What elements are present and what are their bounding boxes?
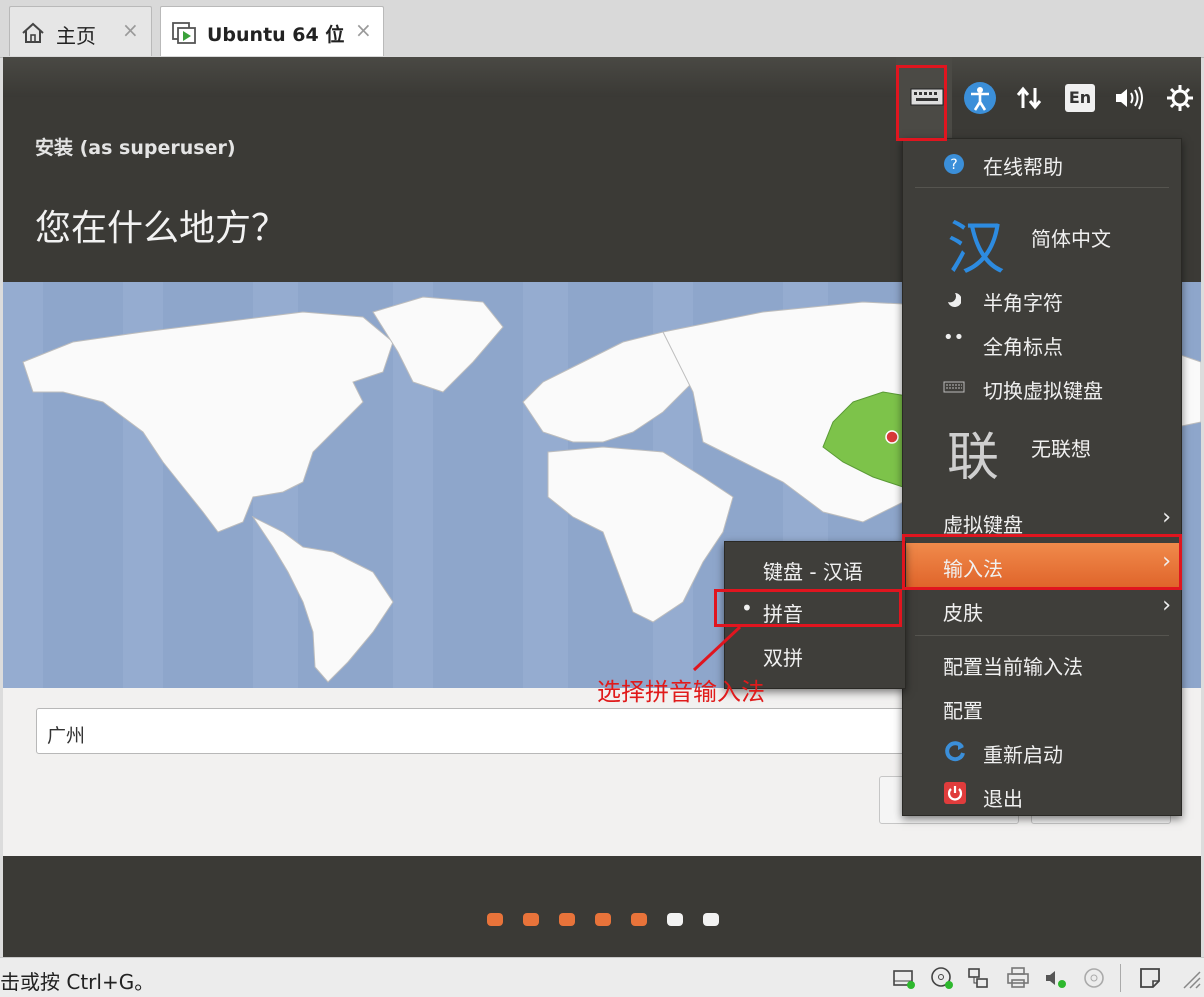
cd-drive-icon[interactable] (930, 966, 954, 990)
menu-item-restart[interactable]: 重新启动 (903, 731, 1181, 771)
mini-keyboard-icon (943, 381, 965, 393)
installer-small-title: 安装 (as superuser) (35, 137, 236, 159)
input-method-menu: ? 在线帮助 汉 简体中文 半角字符 •• 全角标点 切换虚拟键盘 联 无联想 … (902, 138, 1182, 816)
tab-bar: 主页 × Ubuntu 64 位 × (0, 0, 1204, 58)
menu-item-configure[interactable]: 配置 (903, 687, 1181, 727)
punct-dots-icon: •• (943, 327, 965, 348)
menu-item-configure-current[interactable]: 配置当前输入法 (903, 643, 1181, 683)
tab-ubuntu-label: Ubuntu 64 位 (207, 24, 345, 46)
submenu-item-keyboard-chinese[interactable]: 键盘 - 汉语 (725, 548, 905, 588)
settings-gear-icon[interactable] (1165, 83, 1195, 113)
chevron-right-icon: › (1162, 593, 1171, 618)
lian-icon: 联 (947, 428, 1000, 488)
sound-icon[interactable] (1044, 966, 1068, 990)
help-icon: ? (944, 154, 964, 174)
half-moon-icon (948, 293, 961, 307)
tab-ubuntu[interactable]: Ubuntu 64 位 × (160, 6, 384, 56)
progress-dot-5 (631, 913, 647, 926)
tab-home-close-icon[interactable]: × (122, 18, 139, 42)
vm-icon (172, 22, 196, 44)
submenu-item-shuangpin[interactable]: 双拼 (725, 634, 905, 674)
highlight-box-keyboard (896, 65, 947, 141)
tab-home-label: 主页 (56, 24, 96, 48)
restart-icon (945, 741, 965, 762)
usb-disc-icon[interactable] (1082, 966, 1106, 990)
tab-ubuntu-close-icon[interactable]: × (355, 18, 372, 42)
menu-item-toggle-virtual-keyboard[interactable]: 切换虚拟键盘 (903, 367, 1181, 407)
message-icon[interactable] (1138, 966, 1162, 990)
status-text: 击或按 Ctrl+G。 (0, 970, 155, 994)
printer-icon[interactable] (1006, 966, 1030, 990)
city-input[interactable]: 广州 (36, 708, 936, 754)
hard-disk-icon[interactable] (892, 966, 916, 990)
chevron-right-icon: › (1162, 505, 1171, 530)
menu-item-online-help[interactable]: ? 在线帮助 (903, 143, 1181, 185)
volume-icon[interactable] (1113, 84, 1145, 112)
location-pin-icon (885, 430, 899, 444)
menu-item-exit[interactable]: 退出 (903, 775, 1181, 815)
home-icon (22, 22, 44, 43)
annotation-text: 选择拼音输入法 (597, 678, 765, 706)
svg-text:?: ? (950, 157, 957, 173)
installer-footer (3, 856, 1201, 957)
menu-item-no-prediction[interactable]: 联 无联想 (903, 411, 1181, 488)
status-divider (1120, 964, 1121, 992)
progress-dot-7 (703, 913, 719, 926)
menu-item-full-punct[interactable]: •• 全角标点 (903, 323, 1181, 363)
menu-item-half-width[interactable]: 半角字符 (903, 279, 1181, 319)
progress-dot-1 (487, 913, 503, 926)
progress-dot-4 (595, 913, 611, 926)
progress-dot-2 (523, 913, 539, 926)
annotation-arrow (692, 625, 742, 672)
language-indicator[interactable]: En (1065, 84, 1095, 112)
han-icon: 汉 (947, 214, 1006, 282)
page-title: 您在什么地方？ (35, 208, 288, 249)
menu-item-simplified-chinese[interactable]: 汉 简体中文 (903, 195, 1181, 282)
menu-separator (915, 635, 1169, 636)
menu-item-skin[interactable]: 皮肤 › (903, 589, 1181, 629)
highlight-box-pinyin (714, 589, 902, 627)
progress-dot-6 (667, 913, 683, 926)
highlight-box-input-method (902, 534, 1182, 590)
status-bar: 击或按 Ctrl+G。 (0, 957, 1204, 997)
menu-separator (915, 187, 1169, 188)
power-icon (944, 782, 966, 804)
network-adapter-icon[interactable] (966, 966, 990, 990)
progress-dot-3 (559, 913, 575, 926)
resize-grip-icon[interactable] (1178, 966, 1202, 990)
network-icon[interactable] (1015, 84, 1043, 112)
accessibility-icon[interactable] (963, 81, 997, 115)
tab-home[interactable]: 主页 × (9, 6, 152, 56)
